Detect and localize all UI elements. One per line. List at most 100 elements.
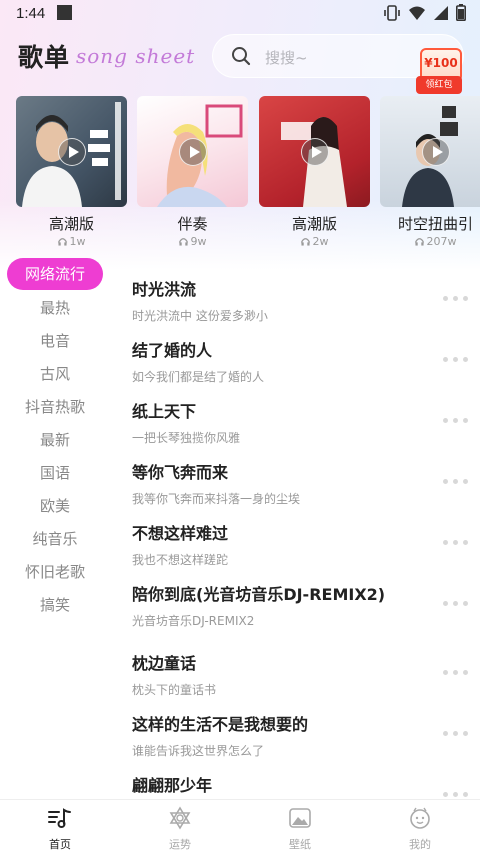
song-subtitle: 光音坊音乐DJ-REMIX2 (132, 614, 255, 628)
song-item[interactable]: 结了婚的人 如今我们都是结了婚的人 (132, 337, 480, 393)
featured-name: 时空扭曲引 (397, 215, 473, 233)
headphone-icon (300, 236, 310, 249)
featured-playlists: 高潮版 1w 伴奏 9w 高潮版 2w 时空扭曲引 207w (16, 96, 480, 256)
featured-plays: 207w (426, 235, 457, 248)
category-item[interactable]: 国语 (7, 457, 103, 489)
wifi-icon (409, 6, 425, 20)
page-subtitle: song sheet (76, 44, 196, 68)
song-item[interactable]: 这样的生活不是我想要的 谁能告诉我这世界怎么了 (132, 711, 480, 767)
play-icon[interactable] (179, 138, 207, 166)
song-item[interactable]: 纸上天下 一把长琴独揽你风雅 (132, 398, 480, 454)
more-options-icon[interactable] (443, 540, 468, 545)
page-header: 歌单 song sheet 搜搜~ ¥100 领红包 (0, 32, 480, 94)
more-options-icon[interactable] (443, 670, 468, 675)
nav-fortune[interactable]: 运势 (120, 806, 240, 852)
category-item[interactable]: 抖音热歌 (7, 391, 103, 423)
nav-label: 壁纸 (289, 838, 311, 851)
more-options-icon[interactable] (443, 418, 468, 423)
red-packet-label: 领红包 (416, 76, 462, 94)
featured-play-count: 1w (16, 235, 127, 249)
featured-card[interactable]: 高潮版 1w (16, 96, 127, 248)
song-title: 翩翩那少年 (132, 776, 213, 795)
status-bar: 1:44 (0, 0, 480, 28)
search-icon (232, 47, 251, 66)
vibrate-icon (384, 4, 400, 21)
red-packet-amount: ¥100 (424, 56, 458, 70)
featured-play-count: 9w (137, 235, 248, 249)
song-subtitle: 谁能告诉我这世界怎么了 (132, 744, 265, 758)
song-subtitle: 如今我们都是结了婚的人 (132, 370, 265, 384)
song-item[interactable]: 陪你到底(光音坊音乐DJ-REMIX2) 光音坊音乐DJ-REMIX2 (132, 581, 480, 637)
nav-label: 首页 (49, 838, 71, 851)
category-item[interactable]: 最新 (7, 424, 103, 456)
featured-card[interactable]: 时空扭曲引 207w (380, 96, 480, 248)
featured-plays: 2w (312, 235, 329, 248)
nav-home[interactable]: 首页 (0, 806, 120, 852)
nav-wallpaper[interactable]: 壁纸 (240, 806, 360, 852)
song-title: 等你飞奔而来 (132, 463, 229, 482)
category-item[interactable]: 怀旧老歌 (7, 556, 103, 588)
more-options-icon[interactable] (443, 792, 468, 797)
song-title: 陪你到底(光音坊音乐DJ-REMIX2) (132, 585, 386, 604)
headphone-icon (414, 236, 424, 249)
featured-card[interactable]: 高潮版 2w (259, 96, 370, 248)
category-item[interactable]: 搞笑 (7, 589, 103, 621)
song-subtitle: 一把长琴独揽你风雅 (132, 431, 241, 445)
song-item[interactable]: 时光洪流 时光洪流中 这份爱多渺小 (132, 276, 480, 332)
song-item[interactable]: 等你飞奔而来 我等你飞奔而来抖落一身的尘埃 (132, 459, 480, 515)
song-title: 这样的生活不是我想要的 (132, 715, 309, 734)
more-options-icon[interactable] (443, 357, 468, 362)
nav-profile[interactable]: 我的 (360, 806, 480, 852)
nav-label: 我的 (409, 838, 431, 851)
cover-image (137, 96, 248, 207)
battery-icon (456, 4, 466, 21)
headphone-icon (57, 236, 67, 249)
featured-name: 伴奏 (177, 215, 208, 233)
star-of-david-icon (169, 806, 191, 830)
category-item[interactable]: 古风 (7, 358, 103, 390)
play-icon[interactable] (422, 138, 450, 166)
mountain-image-icon (289, 808, 311, 828)
red-packet-badge[interactable]: ¥100 领红包 (416, 48, 462, 96)
song-subtitle: 时光洪流中 这份爱多渺小 (132, 309, 268, 323)
featured-play-count: 2w (259, 235, 370, 249)
song-subtitle: 我也不想这样蹉跎 (132, 553, 229, 567)
song-item[interactable]: 枕边童话 枕头下的童话书 (132, 650, 480, 706)
category-item-active[interactable]: 网络流行 (7, 258, 103, 290)
bottom-navigation: 首页 运势 壁纸 我的 (0, 799, 480, 853)
signal-icon (434, 5, 448, 20)
song-title: 枕边童话 (132, 654, 197, 673)
notification-icon (57, 5, 72, 20)
more-options-icon[interactable] (443, 296, 468, 301)
song-title: 时光洪流 (132, 280, 197, 299)
play-icon[interactable] (301, 138, 329, 166)
song-title: 结了婚的人 (132, 341, 213, 360)
category-item[interactable]: 纯音乐 (7, 523, 103, 555)
cover-image (259, 96, 370, 207)
song-item[interactable]: 不想这样难过 我也不想这样蹉跎 (132, 520, 480, 576)
song-title: 纸上天下 (132, 402, 197, 421)
category-item[interactable]: 电音 (7, 325, 103, 357)
status-time: 1:44 (16, 5, 46, 22)
page-title: 歌单 (18, 43, 71, 72)
song-subtitle: 我等你飞奔而来抖落一身的尘埃 (132, 492, 301, 506)
cover-image (380, 96, 480, 207)
featured-card[interactable]: 伴奏 9w (137, 96, 248, 248)
featured-plays: 1w (69, 235, 86, 248)
category-item[interactable]: 欧美 (7, 490, 103, 522)
cover-image (16, 96, 127, 207)
featured-name: 高潮版 (48, 215, 94, 233)
smiley-face-icon (410, 807, 430, 829)
status-icons (383, 4, 466, 21)
search-placeholder: 搜搜~ (265, 49, 308, 67)
featured-name: 高潮版 (291, 215, 337, 233)
more-options-icon[interactable] (443, 479, 468, 484)
play-icon[interactable] (58, 138, 86, 166)
featured-play-count: 207w (380, 235, 480, 249)
song-title: 不想这样难过 (132, 524, 229, 543)
featured-plays: 9w (190, 235, 207, 248)
more-options-icon[interactable] (443, 731, 468, 736)
category-item[interactable]: 最热 (7, 292, 103, 324)
nav-label: 运势 (169, 838, 191, 851)
more-options-icon[interactable] (443, 601, 468, 606)
